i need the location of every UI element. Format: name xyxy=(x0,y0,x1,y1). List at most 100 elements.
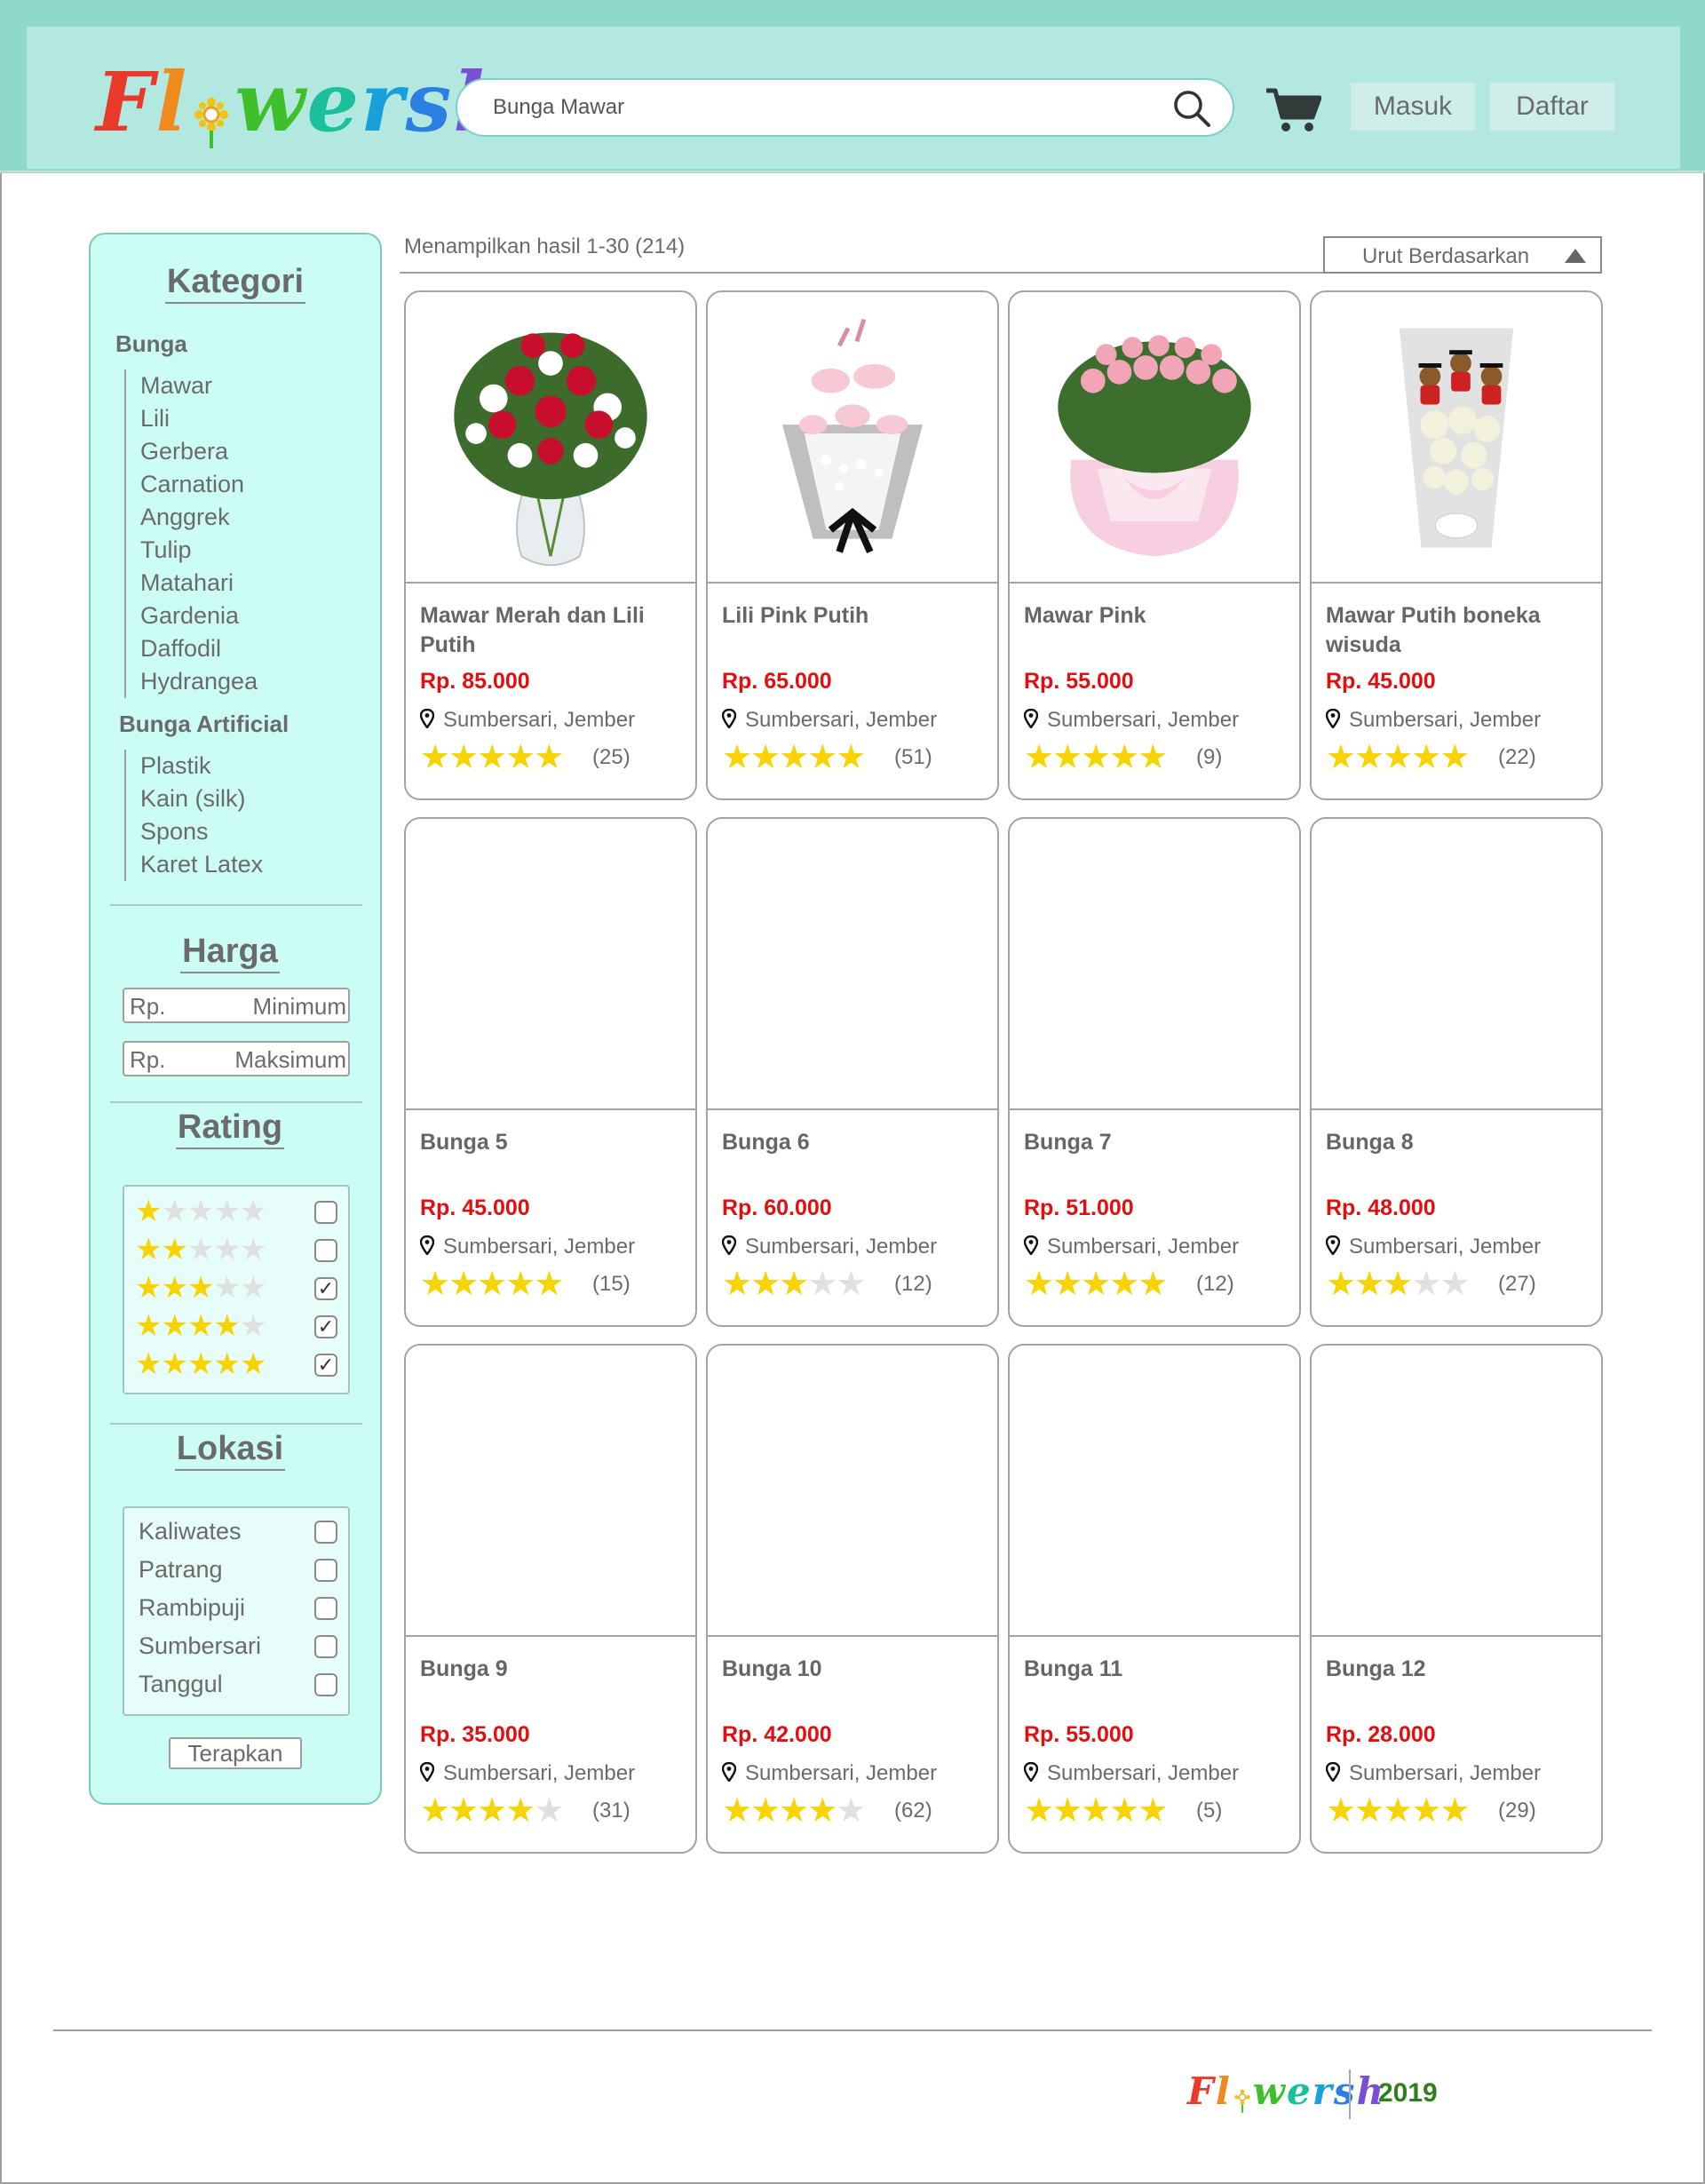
product-card[interactable]: Bunga 9 Rp. 35.000 Sumbersari, Jember ★★★★★… xyxy=(404,1344,697,1854)
harga-title: Harga xyxy=(85,933,375,973)
category-item-plastik[interactable]: Plastik xyxy=(140,750,263,782)
category-item-spons[interactable]: Spons xyxy=(140,815,263,848)
rating-filter-5[interactable]: ★★★★★ ✓ xyxy=(135,1346,345,1382)
register-button[interactable]: Daftar xyxy=(1490,83,1614,131)
price-max-input[interactable]: Rp. Maksimum xyxy=(123,1041,350,1076)
category-item-anggrek[interactable]: Anggrek xyxy=(140,501,258,534)
product-image[interactable] xyxy=(406,292,695,584)
search-icon[interactable] xyxy=(1172,89,1211,128)
rating-filter-checkbox[interactable]: ✓ xyxy=(314,1354,337,1377)
location-filter-patrang[interactable]: Patrang xyxy=(139,1552,337,1590)
category-item-kain[interactable]: Kain (silk) xyxy=(140,782,263,815)
category-group-artificial[interactable]: Bunga Artificial xyxy=(119,711,289,738)
product-image[interactable] xyxy=(406,1346,695,1637)
location-filter-sumbersari[interactable]: Sumbersari xyxy=(139,1628,337,1666)
cart-icon[interactable] xyxy=(1265,87,1321,133)
product-name[interactable]: Bunga 10 xyxy=(722,1655,988,1684)
location-checkbox[interactable] xyxy=(314,1559,337,1582)
product-image[interactable] xyxy=(1010,292,1299,584)
product-card[interactable]: Mawar Putih boneka wisuda Rp. 45.000 Sumbe… xyxy=(1310,290,1603,800)
star-icon: ★ xyxy=(186,1309,215,1343)
star-icon: ★ xyxy=(1439,1266,1470,1303)
sort-dropdown[interactable]: Urut Berdasarkan xyxy=(1323,236,1602,274)
rating-filter-3[interactable]: ★★★★★ ✓ xyxy=(135,1270,345,1306)
category-item-mawar[interactable]: Mawar xyxy=(140,369,258,402)
star-icon: ★ xyxy=(779,1792,809,1830)
category-item-carnation[interactable]: Carnation xyxy=(140,468,258,501)
search-input[interactable] xyxy=(493,80,1168,135)
location-filter-kaliwates[interactable]: Kaliwates xyxy=(139,1513,337,1552)
rating-filter-checkbox[interactable]: ✓ xyxy=(314,1277,337,1300)
category-item-lili[interactable]: Lili xyxy=(140,402,258,435)
product-name[interactable]: Mawar Merah dan Lili Putih xyxy=(420,601,686,660)
star-icon: ★ xyxy=(722,1792,752,1830)
rating-filter-1[interactable]: ★★★★★ xyxy=(135,1194,345,1229)
location-filter-rambipuji[interactable]: Rambipuji xyxy=(139,1590,337,1628)
product-location-text: Sumbersari, Jember xyxy=(1047,708,1240,732)
product-image[interactable] xyxy=(708,1346,997,1637)
rating-filter-checkbox[interactable] xyxy=(314,1239,337,1262)
rating-filter-checkbox[interactable]: ✓ xyxy=(314,1315,337,1338)
product-card[interactable]: Mawar Pink Rp. 55.000 Sumbersari, Jember ★★… xyxy=(1008,290,1301,800)
product-price: Rp. 85.000 xyxy=(420,669,530,694)
product-name[interactable]: Bunga 9 xyxy=(420,1655,686,1684)
category-item-hydrangea[interactable]: Hydrangea xyxy=(140,665,258,698)
star-icon: ★ xyxy=(1411,1792,1441,1830)
product-card[interactable]: Bunga 12 Rp. 28.000 Sumbersari, Jember ★★★★… xyxy=(1310,1344,1603,1854)
product-name[interactable]: Lili Pink Putih xyxy=(722,601,988,631)
review-count: (15) xyxy=(592,1272,630,1296)
star-icon: ★ xyxy=(477,739,507,776)
kategori-title: Kategori xyxy=(91,263,380,304)
product-card[interactable]: Bunga 8 Rp. 48.000 Sumbersari, Jember ★★★★★… xyxy=(1310,817,1603,1327)
category-group-bunga[interactable]: Bunga xyxy=(115,330,187,358)
product-name[interactable]: Bunga 12 xyxy=(1326,1655,1592,1684)
product-image[interactable] xyxy=(1312,1346,1601,1637)
product-name[interactable]: Mawar Pink xyxy=(1024,601,1290,631)
rating-filter-checkbox[interactable] xyxy=(314,1201,337,1224)
category-item-matahari[interactable]: Matahari xyxy=(140,567,258,600)
price-min-input[interactable]: Rp. Minimum xyxy=(123,988,350,1023)
review-count: (51) xyxy=(894,745,932,769)
category-item-tulip[interactable]: Tulip xyxy=(140,534,258,567)
product-name[interactable]: Bunga 6 xyxy=(722,1128,988,1157)
product-image[interactable] xyxy=(1312,292,1601,584)
category-item-gerbera[interactable]: Gerbera xyxy=(140,435,258,468)
location-pin-icon xyxy=(420,1235,443,1259)
location-filter-box: Kaliwates Patrang Rambipuji Sumbersari T… xyxy=(123,1506,350,1716)
login-button[interactable]: Masuk xyxy=(1351,83,1475,131)
location-checkbox[interactable] xyxy=(314,1673,337,1696)
logo[interactable]: Fl wersh xyxy=(96,53,514,151)
product-card[interactable]: Mawar Merah dan Lili Putih Rp. 85.000 Sumb… xyxy=(404,290,697,800)
product-card[interactable]: Bunga 6 Rp. 60.000 Sumbersari, Jember ★★★★★… xyxy=(706,817,999,1327)
product-image[interactable] xyxy=(1010,1346,1299,1637)
location-filter-tanggul[interactable]: Tanggul xyxy=(139,1666,337,1704)
product-image[interactable] xyxy=(708,819,997,1110)
product-card[interactable]: Bunga 5 Rp. 45.000 Sumbersari, Jember ★★★★★… xyxy=(404,817,697,1327)
product-price: Rp. 55.000 xyxy=(1024,1722,1134,1747)
category-item-karet-latex[interactable]: Karet Latex xyxy=(140,848,263,881)
product-image[interactable] xyxy=(1010,819,1299,1110)
product-image[interactable] xyxy=(1312,819,1601,1110)
product-name[interactable]: Mawar Putih boneka wisuda xyxy=(1326,601,1592,660)
footer-logo[interactable]: Fl wersh xyxy=(1187,2069,1385,2114)
location-checkbox[interactable] xyxy=(314,1597,337,1620)
location-checkbox[interactable] xyxy=(314,1635,337,1658)
product-card[interactable]: Bunga 7 Rp. 51.000 Sumbersari, Jember ★★★★★… xyxy=(1008,817,1301,1327)
product-name[interactable]: Bunga 7 xyxy=(1024,1128,1290,1157)
rating-filter-2[interactable]: ★★★★★ xyxy=(135,1232,345,1267)
product-card[interactable]: Bunga 10 Rp. 42.000 Sumbersari, Jember ★★★★… xyxy=(706,1344,999,1854)
product-name[interactable]: Bunga 11 xyxy=(1024,1655,1290,1684)
rating-filter-4[interactable]: ★★★★★ ✓ xyxy=(135,1308,345,1344)
product-rating: ★★★★★ (12) xyxy=(1024,1267,1234,1302)
category-item-gardenia[interactable]: Gardenia xyxy=(140,600,258,632)
product-image[interactable] xyxy=(708,292,997,584)
location-checkbox[interactable] xyxy=(314,1521,337,1544)
product-name[interactable]: Bunga 8 xyxy=(1326,1128,1592,1157)
product-card[interactable]: Bunga 11 Rp. 55.000 Sumbersari, Jember ★★★★… xyxy=(1008,1344,1301,1854)
review-count: (12) xyxy=(1196,1272,1234,1296)
product-card[interactable]: Lili Pink Putih Rp. 65.000 Sumbersari, Jem… xyxy=(706,290,999,800)
product-image[interactable] xyxy=(406,819,695,1110)
category-item-daffodil[interactable]: Daffodil xyxy=(140,632,258,665)
apply-button[interactable]: Terapkan xyxy=(169,1737,302,1769)
product-name[interactable]: Bunga 5 xyxy=(420,1128,686,1157)
